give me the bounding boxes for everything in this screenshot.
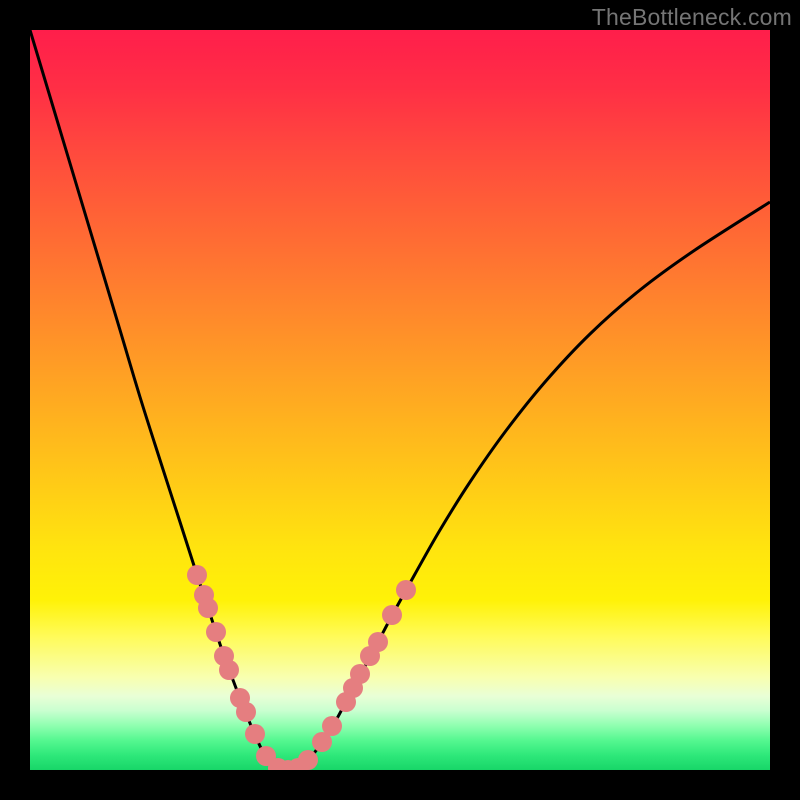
watermark-text: TheBottleneck.com: [592, 4, 792, 31]
data-marker: [382, 605, 402, 625]
plot-area: [30, 30, 770, 770]
outer-frame: TheBottleneck.com: [0, 0, 800, 800]
bottleneck-curve-path: [30, 30, 770, 770]
data-marker: [236, 702, 256, 722]
data-marker: [187, 565, 207, 585]
data-marker: [219, 660, 239, 680]
data-marker: [322, 716, 342, 736]
data-markers-group: [187, 565, 416, 770]
bottleneck-chart: [30, 30, 770, 770]
data-marker: [206, 622, 226, 642]
data-marker: [298, 750, 318, 770]
data-marker: [396, 580, 416, 600]
data-marker: [368, 632, 388, 652]
data-marker: [350, 664, 370, 684]
data-marker: [245, 724, 265, 744]
data-marker: [198, 598, 218, 618]
